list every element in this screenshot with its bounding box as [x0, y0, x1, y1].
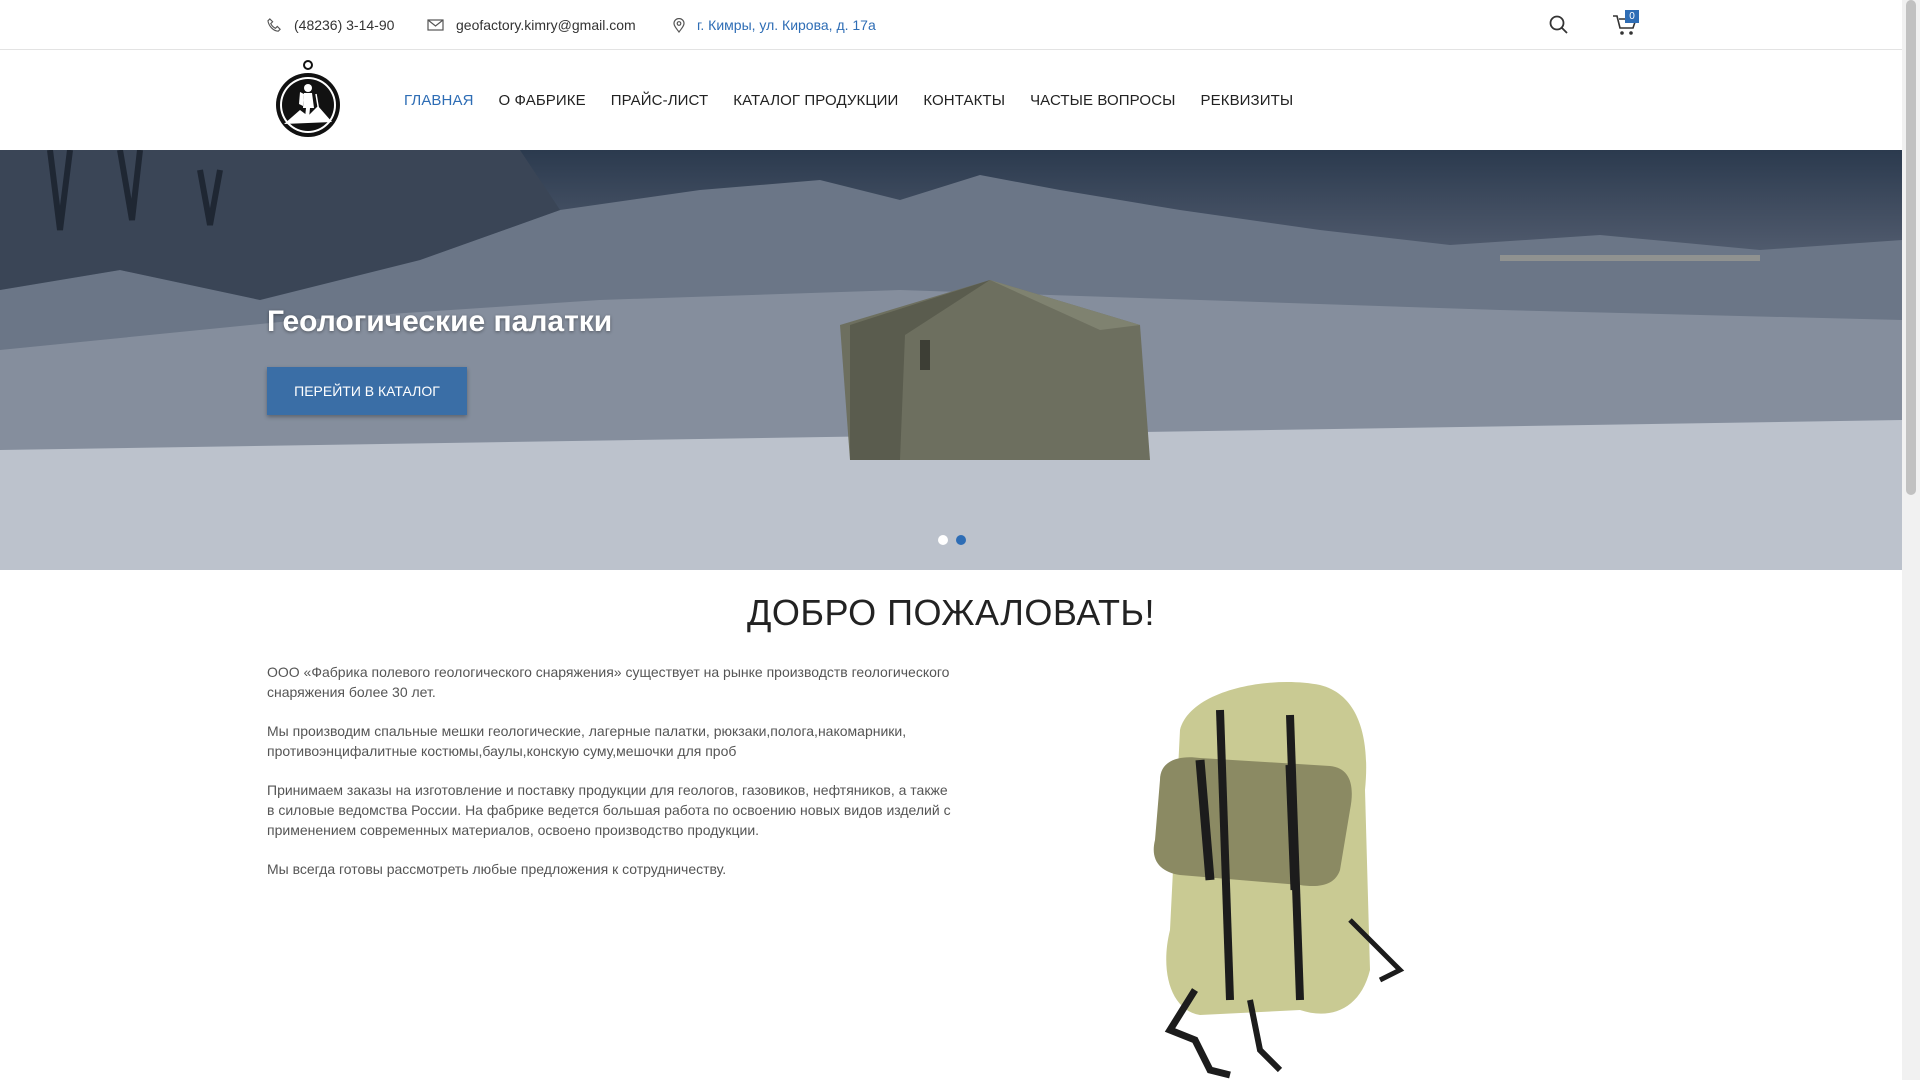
- site-header: ГЛАВНАЯ О ФАБРИКЕ ПРАЙС-ЛИСТ КАТАЛОГ ПРО…: [0, 50, 1902, 150]
- hero-background-image: [0, 150, 1902, 570]
- scrollbar-thumb[interactable]: [1906, 0, 1916, 495]
- phone-contact[interactable]: (48236) 3-14-90: [267, 0, 394, 50]
- phone-icon: [267, 17, 281, 32]
- search-icon[interactable]: [1548, 14, 1570, 36]
- hero-slider: Геологические палатки ПЕРЕЙТИ В КАТАЛОГ: [0, 150, 1902, 570]
- email-text: geofactory.kimry@gmail.com: [456, 17, 636, 33]
- about-paragraph-4: Мы всегда готовы рассмотреть любые предл…: [267, 861, 727, 877]
- nav-item-catalog[interactable]: КАТАЛОГ ПРОДУКЦИИ: [733, 92, 898, 109]
- nav-item-faq[interactable]: ЧАСТЫЕ ВОПРОСЫ: [1030, 92, 1175, 109]
- location-pin-icon: [673, 17, 685, 33]
- address-contact[interactable]: г. Кимры, ул. Кирова, д. 17а: [673, 0, 876, 50]
- about-text: ООО «Фабрика полевого геологического сна…: [267, 662, 957, 898]
- email-contact[interactable]: geofactory.kimry@gmail.com: [427, 0, 636, 50]
- page-scrollbar[interactable]: [1902, 0, 1920, 1080]
- cart-count-badge: 0: [1625, 10, 1639, 23]
- nav-item-about[interactable]: О ФАБРИКЕ: [499, 92, 586, 109]
- address-text: г. Кимры, ул. Кирова, д. 17а: [697, 17, 876, 33]
- slider-dot-1[interactable]: [938, 535, 948, 545]
- go-to-catalog-button[interactable]: ПЕРЕЙТИ В КАТАЛОГ: [267, 367, 467, 415]
- nav-item-home[interactable]: ГЛАВНАЯ: [404, 92, 474, 109]
- about-paragraph-3: Принимаем заказы на изготовление и поста…: [267, 782, 951, 838]
- slider-pagination: [938, 535, 966, 545]
- nav-item-price-list[interactable]: ПРАЙС-ЛИСТ: [611, 92, 709, 109]
- backpack-image: [1153, 682, 1405, 1079]
- about-paragraph-1: ООО «Фабрика полевого геологического сна…: [267, 664, 950, 700]
- mail-icon: [427, 19, 444, 31]
- welcome-heading: ДОБРО ПОЖАЛОВАТЬ!: [746, 592, 1156, 633]
- slider-dot-2[interactable]: [956, 535, 966, 545]
- main-nav: ГЛАВНАЯ О ФАБРИКЕ ПРАЙС-ЛИСТ КАТАЛОГ ПРО…: [404, 50, 1318, 150]
- hero-title: Геологические палатки: [267, 305, 613, 338]
- nav-item-requisites[interactable]: РЕКВИЗИТЫ: [1201, 92, 1294, 109]
- top-bar: (48236) 3-14-90 geofactory.kimry@gmail.c…: [0, 0, 1902, 50]
- nav-item-contacts[interactable]: КОНТАКТЫ: [923, 92, 1005, 109]
- logo[interactable]: [274, 58, 342, 140]
- phone-text: (48236) 3-14-90: [294, 17, 395, 33]
- about-paragraph-2: Мы производим спальные мешки геологическ…: [267, 723, 907, 759]
